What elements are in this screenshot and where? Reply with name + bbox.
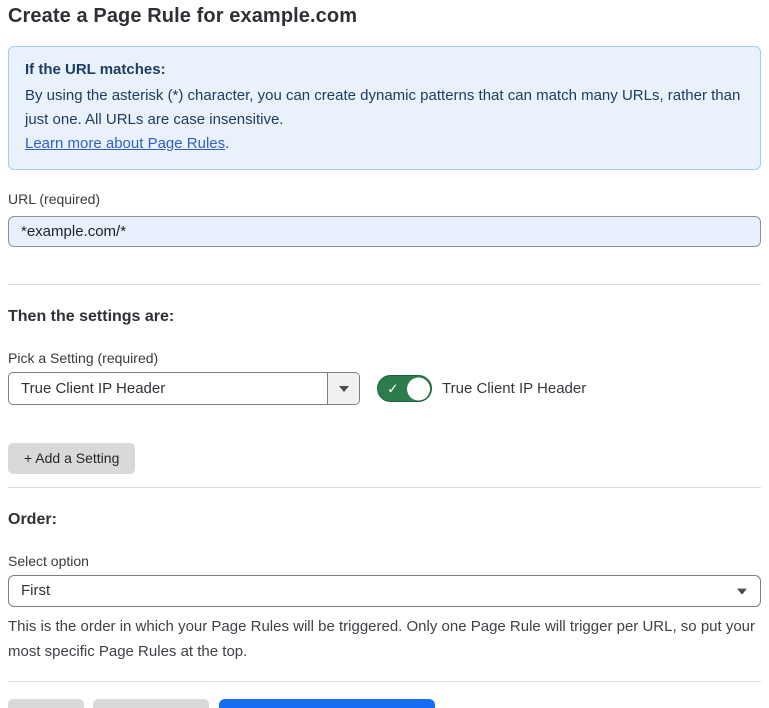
order-section-heading: Order: (8, 511, 761, 529)
learn-more-link[interactable]: Learn more about Page Rules (25, 135, 225, 152)
settings-section-heading: Then the settings are: (8, 308, 761, 326)
setting-select-value: True Client IP Header (9, 373, 327, 404)
checkmark-icon: ✓ (387, 381, 399, 395)
chevron-down-icon (339, 386, 349, 392)
divider (8, 681, 761, 682)
order-select[interactable]: First (8, 575, 761, 607)
cancel-button[interactable]: Cancel (8, 699, 84, 708)
pick-setting-label: Pick a Setting (required) (8, 350, 761, 366)
info-box-body: By using the asterisk (*) character, you… (25, 84, 744, 156)
setting-select-arrow-button[interactable] (327, 373, 359, 404)
save-as-draft-button[interactable]: Save as Draft (93, 699, 210, 708)
url-input[interactable] (8, 216, 761, 247)
info-box-body-text: By using the asterisk (*) character, you… (25, 87, 740, 128)
toggle-knob (407, 377, 430, 400)
add-setting-button[interactable]: + Add a Setting (8, 443, 135, 474)
select-option-label: Select option (8, 553, 761, 569)
chevron-down-icon (737, 589, 747, 595)
footer-actions: Cancel Save as Draft Save and Deploy Pag… (8, 699, 761, 708)
url-match-info-box: If the URL matches: By using the asteris… (8, 46, 761, 170)
page-title: Create a Page Rule for example.com (8, 5, 761, 28)
link-suffix: . (225, 135, 229, 152)
order-select-value: First (9, 576, 760, 606)
setting-select[interactable]: True Client IP Header (8, 372, 360, 405)
info-box-heading: If the URL matches: (25, 58, 744, 82)
setting-row: True Client IP Header ✓ True Client IP H… (8, 372, 761, 405)
url-field-label: URL (required) (8, 191, 761, 207)
save-and-deploy-button[interactable]: Save and Deploy Page Rule (219, 699, 435, 708)
divider (8, 284, 761, 285)
toggle-label: True Client IP Header (442, 380, 586, 397)
create-page-rule-form: Create a Page Rule for example.com If th… (0, 0, 769, 708)
divider (8, 487, 761, 488)
true-client-ip-toggle[interactable]: ✓ (377, 375, 432, 402)
order-help-text: This is the order in which your Page Rul… (8, 614, 761, 664)
